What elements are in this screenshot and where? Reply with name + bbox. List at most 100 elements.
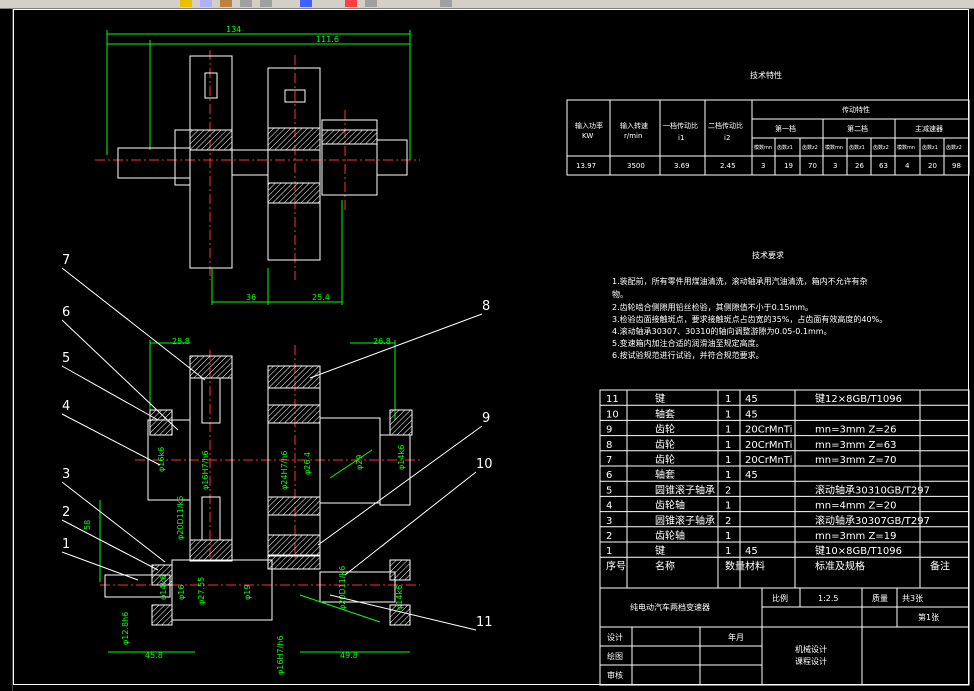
- dim-phi-24h7: φ24H7/h6: [280, 451, 289, 490]
- parts-header-no: 序号: [606, 559, 626, 572]
- dim-26-8: 26.8: [373, 337, 391, 346]
- sheets-total: 共3张: [902, 594, 923, 603]
- spec-cell: 3500: [627, 162, 645, 170]
- design-label: 设计: [607, 632, 623, 642]
- course-line-2: 课程设计: [795, 656, 827, 666]
- shaft-input: [117, 147, 191, 179]
- parts-cell-name: 齿轮: [655, 423, 675, 436]
- parts-cell-no: 8: [606, 440, 612, 451]
- spec-cell: 3: [833, 162, 837, 170]
- parts-cell-mat: 45: [745, 546, 758, 557]
- parts-rows: 11 键 1 45 键12×8GB/T109610 轴套 1 459 齿轮 1 20CrMnTi mn…: [600, 392, 969, 572]
- parts-cell-qty: 1: [725, 470, 731, 481]
- spec-sub-header: 齿数z1: [922, 144, 938, 151]
- parts-cell-name: 轴套: [655, 468, 675, 481]
- spec-cell: 20: [928, 162, 937, 170]
- spec-h-ratio1-sym: i1: [678, 134, 684, 142]
- parts-cell-no: 9: [606, 425, 612, 436]
- dim-phi-29: φ29: [355, 455, 364, 470]
- dim-25-4: 25.4: [312, 293, 330, 302]
- spec-cell: 26: [855, 162, 864, 170]
- parts-cell-qty: 2: [725, 516, 731, 527]
- callouts: 1 2 3 4 5 6 7 8 9 10 11: [61, 253, 493, 631]
- spec-cell: 13.97: [576, 162, 596, 170]
- hatched-hub: [321, 129, 378, 145]
- scale-label: 比例: [772, 593, 788, 603]
- spec-cell: 98: [952, 162, 961, 170]
- cad-drawing: 134 111.6 36 25.4 25.8 26.8 45.8 49.8 58…: [61, 25, 970, 686]
- shaft-output: [376, 139, 408, 176]
- callout-11: 11: [476, 615, 493, 630]
- tech-req-line: 6.按试验规范进行试验，并符合规范要求。: [612, 350, 764, 360]
- parts-list: 11 键 1 45 键12×8GB/T109610 轴套 1 459 齿轮 1 20CrMnTi mn…: [599, 389, 970, 589]
- sheet-number: 第1张: [918, 612, 939, 622]
- dim-phi-16h7: φ16H7/h6: [201, 451, 210, 490]
- dim-phi-20d11: φ20D11/k6: [176, 496, 185, 540]
- parts-header-qty: 数量: [725, 559, 745, 572]
- parts-header-name: 名称: [655, 559, 675, 572]
- dim-phi-16: φ16: [177, 585, 186, 600]
- callout-2: 2: [62, 505, 70, 520]
- callout-5: 5: [62, 351, 70, 366]
- parts-cell-mat: 20CrMnTi: [745, 425, 792, 436]
- spec-sub-header: 模数mn: [825, 144, 843, 151]
- parts-cell-std: mn=4mm Z=20: [815, 501, 896, 512]
- leader: [329, 449, 373, 479]
- gear-web: [204, 72, 218, 99]
- tech-req-line: 3.检验齿面接触斑点，要求接触斑点占齿宽的35%，占齿面有效高度的40%。: [612, 314, 887, 324]
- spec-h-speed: 输入转速: [620, 121, 648, 130]
- dim-45-8: 45.8: [145, 651, 163, 660]
- spec-cell: 2.45: [720, 162, 736, 170]
- dim-58: 58: [83, 520, 92, 530]
- spec-sub-header: 齿数z2: [802, 144, 818, 151]
- dim-phi-26-4: φ26.4: [303, 452, 312, 475]
- spec-cell: 4: [905, 162, 910, 170]
- parts-cell-mat: 45: [745, 409, 758, 420]
- bearing: [174, 129, 191, 186]
- spec-h-power: 输入功率: [575, 121, 603, 130]
- leader-9: [317, 425, 483, 546]
- parts-cell-std: 滚动轴承30310GB/T297: [815, 483, 930, 496]
- parts-cell-std: 滚动轴承30307GB/T297: [815, 514, 930, 527]
- callout-7: 7: [62, 253, 70, 268]
- parts-cell-qty: 1: [725, 440, 731, 451]
- spec-h-speed-unit: r/min: [624, 132, 642, 140]
- spec-h-g1: 第一档: [775, 124, 796, 133]
- parts-cell-mat: 45: [745, 470, 758, 481]
- parts-cell-no: 11: [606, 394, 619, 405]
- gear-7: [189, 355, 233, 562]
- parts-header-mat: 材料: [745, 559, 765, 572]
- callout-6: 6: [62, 305, 70, 320]
- spec-sub-header: 模数mn: [754, 144, 772, 151]
- gear-teeth: [267, 404, 321, 424]
- mass-label: 质量: [872, 593, 888, 603]
- gear-upper-left: [189, 55, 233, 269]
- review-label: 审核: [607, 670, 623, 680]
- parts-cell-mat: 20CrMnTi: [745, 455, 792, 466]
- dim-phi-16k6: φ16k6: [157, 447, 166, 472]
- dim-phi-19: φ19: [243, 585, 252, 600]
- parts-header-note: 备注: [930, 559, 950, 572]
- tech-req-line: 物。: [612, 289, 628, 299]
- spec-sub-header: 齿数z1: [777, 144, 793, 151]
- tech-requirements: 技术要求 1.装配前，所有零件用煤油清洗，滚动轴承用汽油清洗，箱内不允许有杂 物…: [612, 250, 887, 360]
- housing-bottom: [171, 559, 273, 621]
- gear-upper-right: [267, 67, 321, 261]
- leader-6: [61, 319, 179, 431]
- parts-cell-std: mn=3mm Z=26: [815, 425, 896, 436]
- dim-phi-12-8: φ12.8h6: [121, 612, 130, 645]
- title-block: 纯电动汽车两档变速器 比例 1:2.5 质量 共3张 第1张 设计 绘图 审核 …: [599, 587, 970, 686]
- spec-h-power-unit: KW: [582, 132, 593, 140]
- hatched-hub: [189, 129, 233, 151]
- spec-sub-header: 齿数z1: [849, 144, 865, 151]
- callout-1: 1: [62, 537, 70, 552]
- spec-cell: 63: [879, 162, 888, 170]
- gear-web: [201, 377, 221, 424]
- parts-cell-no: 3: [606, 516, 612, 527]
- dim-49-8: 49.8: [340, 651, 358, 660]
- spec-h-g3: 主减速器: [915, 124, 943, 133]
- gear-8: [267, 365, 321, 557]
- scale-value: 1:2.5: [818, 594, 839, 603]
- parts-cell-no: 10: [606, 409, 619, 420]
- dim-25-8: 25.8: [172, 337, 190, 346]
